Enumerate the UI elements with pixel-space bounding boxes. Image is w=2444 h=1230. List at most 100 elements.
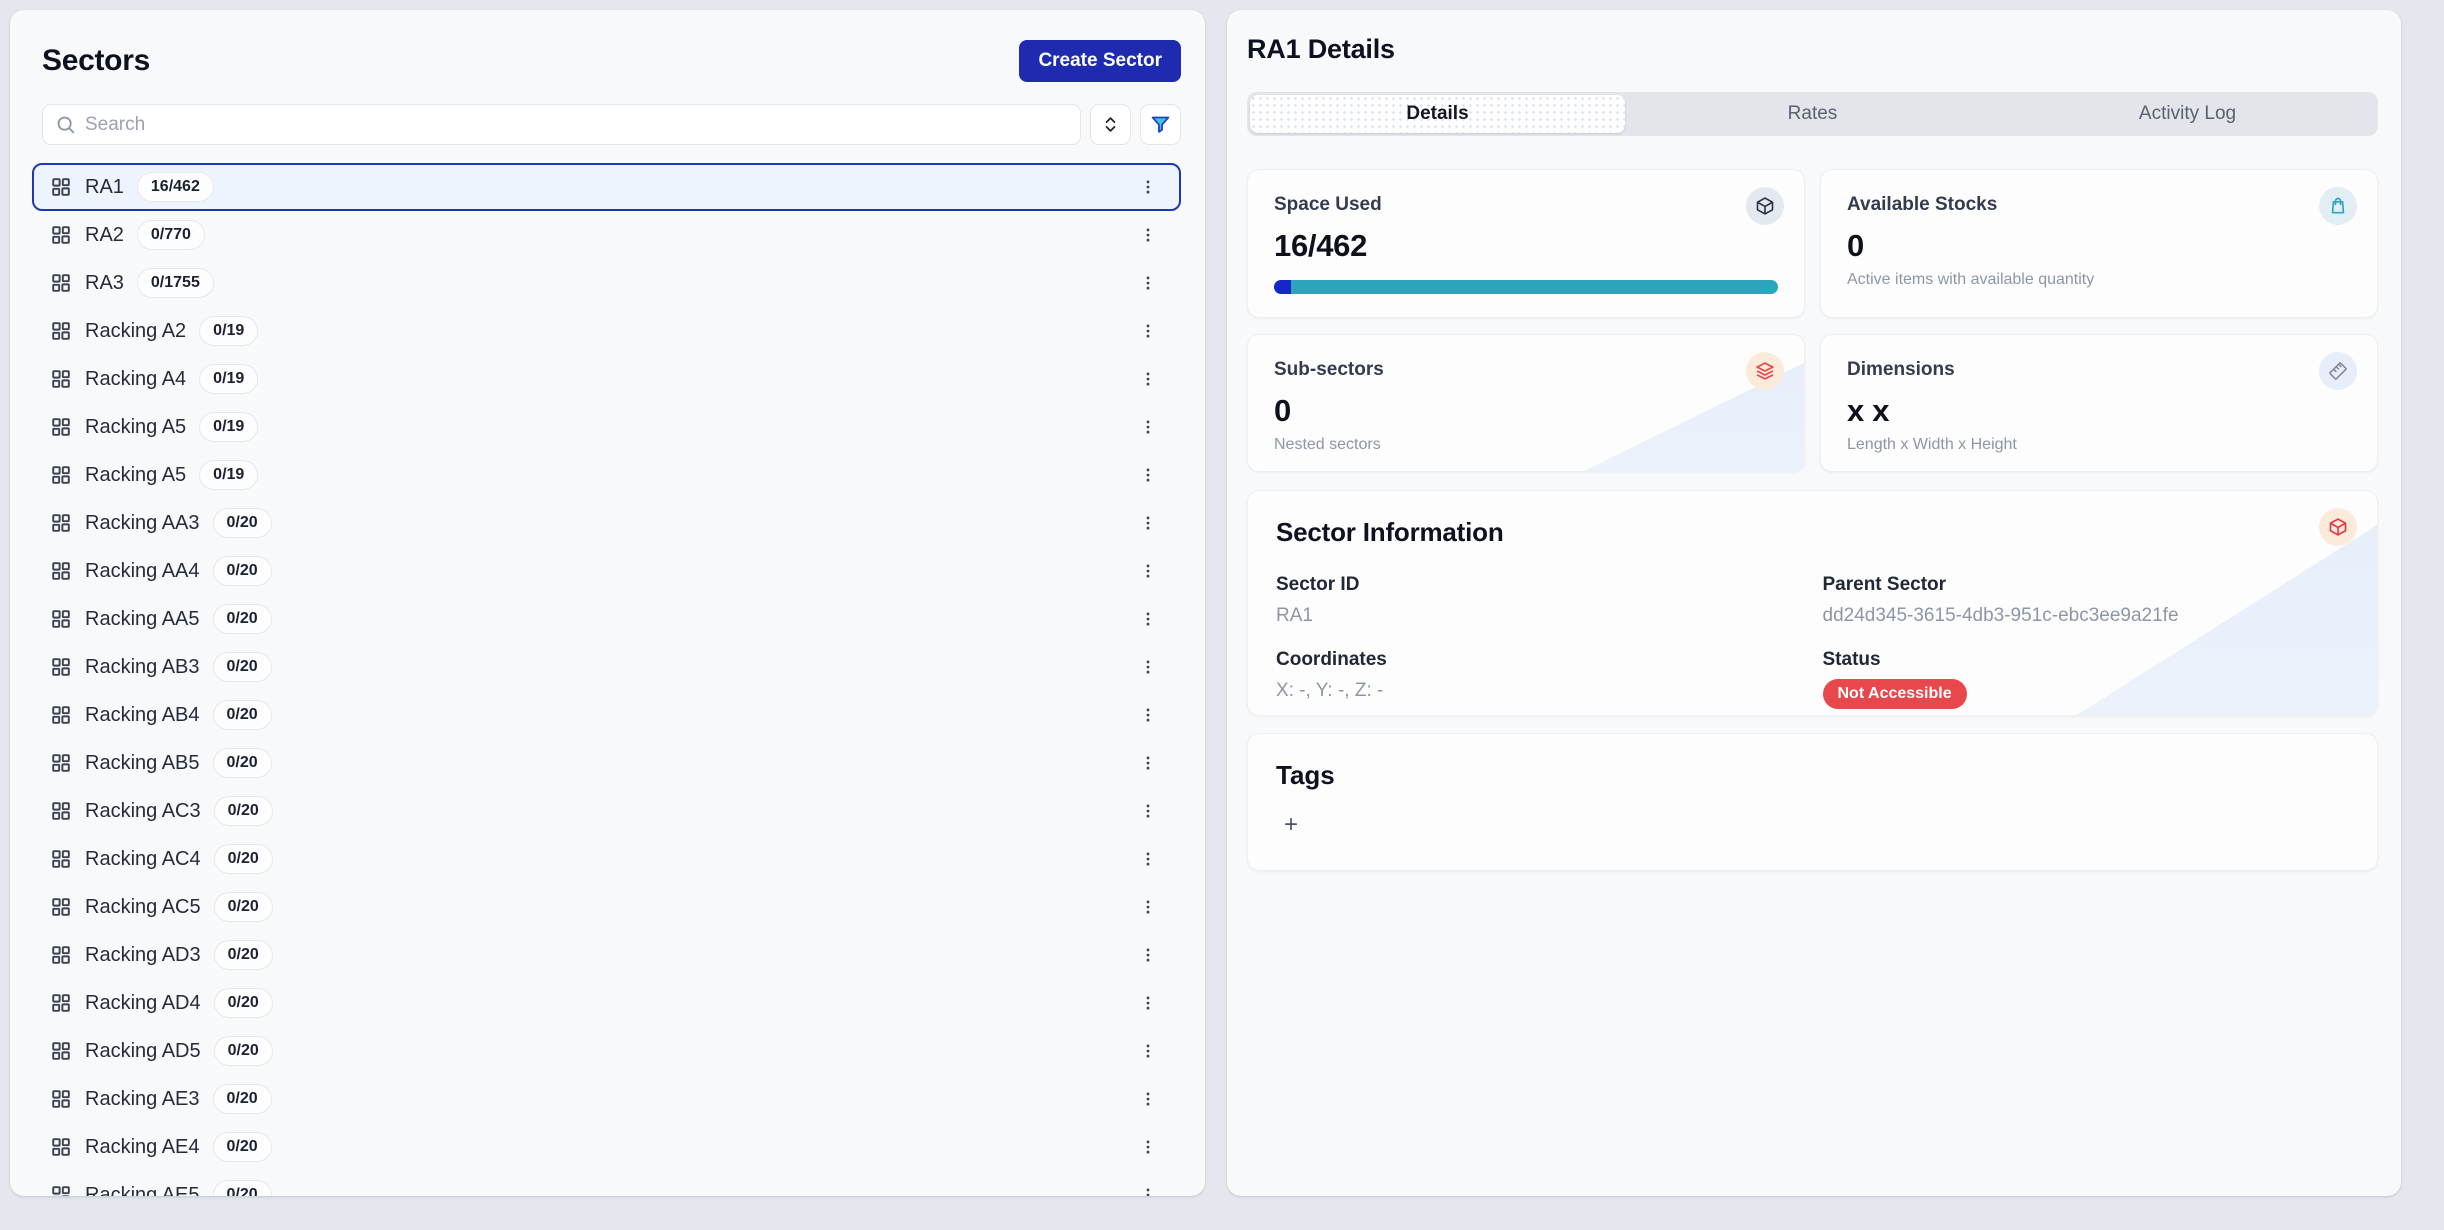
row-menu-button[interactable] [1133,892,1163,922]
sector-row[interactable]: RA2 0/770 [32,211,1181,259]
grid-icon [50,1136,72,1158]
sector-row[interactable]: Racking AB3 0/20 [32,643,1181,691]
sector-row-label: Racking AA4 [85,560,200,583]
row-menu-button[interactable] [1133,1036,1163,1066]
row-menu-button[interactable] [1133,988,1163,1018]
sector-capacity-badge: 0/20 [213,604,272,634]
parent-sector-label: Parent Sector [1823,574,2350,596]
details-panel: RA1 Details DetailsRatesActivity Log Spa… [1227,10,2401,1196]
sector-row-label: Racking AD3 [85,944,201,967]
row-menu-button[interactable] [1133,1084,1163,1114]
sector-row[interactable]: Racking AC5 0/20 [32,883,1181,931]
available-stocks-label: Available Stocks [1847,194,2351,216]
row-menu-button[interactable] [1133,364,1163,394]
sector-row[interactable]: Racking AD4 0/20 [32,979,1181,1027]
row-menu-button[interactable] [1133,604,1163,634]
row-menu-button[interactable] [1133,844,1163,874]
sub-sectors-card: Sub-sectors 0 Nested sectors [1247,334,1805,472]
sector-capacity-badge: 0/20 [214,940,273,970]
sector-row[interactable]: Racking A2 0/19 [32,307,1181,355]
row-menu-button[interactable] [1133,508,1163,538]
sector-row[interactable]: Racking AA3 0/20 [32,499,1181,547]
sector-capacity-badge: 0/20 [214,796,273,826]
dimensions-card: Dimensions x x Length x Width x Height [1820,334,2378,472]
tab[interactable]: Rates [1625,95,2000,133]
create-sector-button[interactable]: Create Sector [1019,40,1181,82]
search-input[interactable] [42,104,1081,145]
tab[interactable]: Activity Log [2000,95,2375,133]
row-menu-button[interactable] [1133,268,1163,298]
coordinates-value: X: -, Y: -, Z: - [1276,680,1803,702]
row-menu-button[interactable] [1133,172,1163,202]
sector-capacity-badge: 0/20 [213,748,272,778]
grid-icon [50,1184,72,1196]
sector-capacity-badge: 0/20 [213,700,272,730]
row-menu-button[interactable] [1133,748,1163,778]
row-menu-button[interactable] [1133,796,1163,826]
sector-row-label: Racking AC4 [85,848,201,871]
filter-button[interactable] [1140,104,1181,145]
sector-row-label: RA3 [85,272,124,295]
sector-row[interactable]: RA3 0/1755 [32,259,1181,307]
row-menu-button[interactable] [1133,556,1163,586]
sector-capacity-badge: 0/20 [213,1132,272,1162]
sub-sectors-value: 0 [1274,393,1778,429]
sector-row[interactable]: Racking AE5 0/20 [32,1171,1181,1196]
sector-row[interactable]: Racking A5 0/19 [32,403,1181,451]
row-menu-button[interactable] [1133,940,1163,970]
grid-icon [50,752,72,774]
app-root: { "left_panel": { "title": "Sectors", "c… [0,0,2444,1230]
row-menu-button[interactable] [1133,460,1163,490]
grid-icon [50,416,72,438]
row-menu-button[interactable] [1133,1132,1163,1162]
sectors-panel: Sectors Create Sector [10,10,1205,1196]
sector-row[interactable]: Racking AC4 0/20 [32,835,1181,883]
sector-row[interactable]: Racking AB4 0/20 [32,691,1181,739]
details-title: RA1 Details [1247,34,2378,65]
row-menu-button[interactable] [1133,316,1163,346]
sector-row[interactable]: Racking AD5 0/20 [32,1027,1181,1075]
row-menu-button[interactable] [1133,412,1163,442]
row-menu-button[interactable] [1133,700,1163,730]
sector-row[interactable]: Racking AC3 0/20 [32,787,1181,835]
sector-capacity-badge: 0/20 [213,508,272,538]
sector-capacity-badge: 0/20 [213,652,272,682]
sector-row[interactable]: Racking AE4 0/20 [32,1123,1181,1171]
sort-button[interactable] [1090,104,1131,145]
available-stocks-card: Available Stocks 0 Active items with ava… [1820,169,2378,318]
sector-row-label: Racking AB3 [85,656,200,679]
row-menu-button[interactable] [1133,652,1163,682]
sector-row-label: RA1 [85,176,124,199]
sector-row-label: Racking AD4 [85,992,201,1015]
grid-icon [50,368,72,390]
sector-capacity-badge: 0/20 [214,892,273,922]
sector-row[interactable]: Racking AA5 0/20 [32,595,1181,643]
space-used-label: Space Used [1274,194,1778,216]
row-menu-button[interactable] [1133,1180,1163,1196]
tags-title: Tags [1276,760,2349,791]
sector-row[interactable]: Racking AB5 0/20 [32,739,1181,787]
sector-row-label: Racking A4 [85,368,186,391]
sector-row[interactable]: RA1 16/462 [32,163,1181,211]
tab[interactable]: Details [1250,95,1625,133]
sector-row[interactable]: Racking AE3 0/20 [32,1075,1181,1123]
sectors-header: Sectors Create Sector [10,10,1205,82]
sector-row-label: Racking AC5 [85,896,201,919]
dimensions-label: Dimensions [1847,359,2351,381]
grid-icon [50,1088,72,1110]
sector-row[interactable]: Racking A4 0/19 [32,355,1181,403]
tags-card: Tags + [1247,733,2378,871]
sector-capacity-badge: 0/20 [214,1036,273,1066]
grid-icon [50,608,72,630]
sector-capacity-badge: 0/19 [199,412,258,442]
sector-row[interactable]: Racking AD3 0/20 [32,931,1181,979]
add-tag-button[interactable]: + [1276,813,1304,841]
sector-id-label: Sector ID [1276,574,1803,596]
sector-row-label: Racking AB4 [85,704,200,727]
sector-row[interactable]: Racking AA4 0/20 [32,547,1181,595]
grid-icon [50,992,72,1014]
sector-row-label: Racking AE5 [85,1184,200,1197]
row-menu-button[interactable] [1133,220,1163,250]
sector-row[interactable]: Racking A5 0/19 [32,451,1181,499]
coordinates-field: Coordinates X: -, Y: -, Z: - [1276,649,1803,709]
